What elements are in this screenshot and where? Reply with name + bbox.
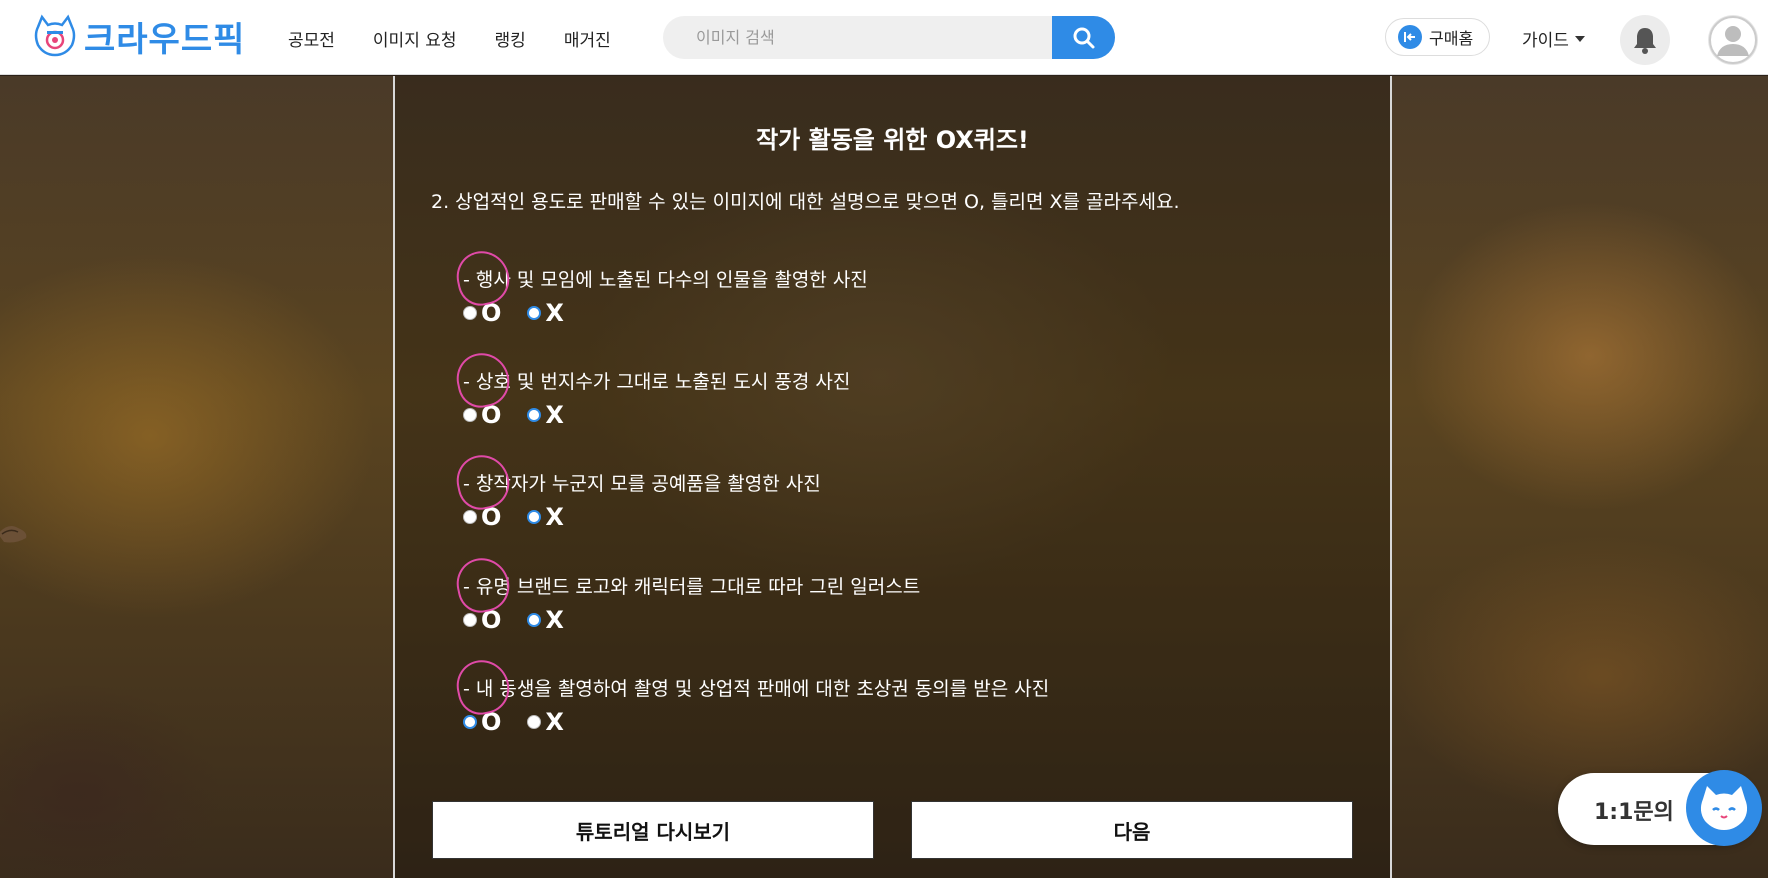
radio-x[interactable] — [527, 306, 542, 320]
quiz-item: - 창작자가 누군지 모를 공예품을 촬영한 사진 O X — [451, 450, 1313, 531]
avatar[interactable] — [1708, 15, 1758, 65]
option-x-label: X — [545, 299, 564, 327]
search-button[interactable] — [1052, 16, 1115, 59]
option-x[interactable]: X — [527, 401, 564, 429]
radio-x[interactable] — [527, 715, 542, 729]
inquiry-label: 1:1문의 — [1594, 800, 1674, 825]
quiz-panel: 작가 활동을 위한 OX퀴즈! 2. 상업적인 용도로 판매할 수 있는 이미지… — [393, 76, 1392, 878]
option-o[interactable]: O — [463, 503, 501, 531]
guide-dropdown[interactable]: 가이드 — [1522, 26, 1585, 51]
radio-o[interactable] — [463, 715, 477, 729]
header: 크라우드픽 공모전 이미지 요청 랭킹 매거진 구매홈 가이드 — [0, 0, 1768, 75]
quiz-item-text: - 창작자가 누군지 모를 공예품을 촬영한 사진 — [451, 450, 1313, 514]
search-input[interactable] — [663, 16, 1053, 59]
tutorial-replay-button[interactable]: 튜토리얼 다시보기 — [432, 801, 874, 859]
option-x[interactable]: X — [527, 299, 564, 327]
nav-magazine[interactable]: 매거진 — [564, 26, 611, 51]
radio-o[interactable] — [463, 408, 477, 422]
quiz-item-label: - 창작자가 누군지 모를 공예품을 촬영한 사진 — [463, 473, 821, 495]
option-o-label: O — [481, 606, 502, 634]
option-x-label: X — [545, 401, 564, 429]
option-o-label: O — [481, 299, 502, 327]
quiz-item-label: - 유명 브랜드 로고와 캐릭터를 그대로 따라 그린 일러스트 — [463, 576, 921, 598]
cat-logo-icon — [34, 14, 76, 57]
option-x-label: X — [545, 708, 564, 736]
next-button[interactable]: 다음 — [911, 801, 1353, 859]
arrow-left-icon — [1398, 25, 1422, 49]
notification-button[interactable] — [1620, 15, 1670, 65]
bell-icon — [1634, 28, 1656, 54]
quiz-item: - 행사 및 모임에 노출된 다수의 인물을 촬영한 사진 O X — [451, 246, 1313, 327]
user-icon — [1709, 16, 1757, 64]
option-o-label: O — [481, 503, 502, 531]
radio-x[interactable] — [527, 613, 542, 627]
search-bar — [663, 16, 1115, 59]
option-x[interactable]: X — [527, 708, 564, 736]
quiz-item-text: - 행사 및 모임에 노출된 다수의 인물을 촬영한 사진 — [451, 246, 1313, 310]
nav-ranking[interactable]: 랭킹 — [495, 26, 526, 51]
option-x-label: X — [545, 606, 564, 634]
option-o[interactable]: O — [463, 606, 501, 634]
cat-mascot-icon[interactable] — [1686, 770, 1762, 846]
quiz-item: - 내 동생을 촬영하여 촬영 및 상업적 판매에 대한 초상권 동의를 받은 … — [451, 655, 1313, 736]
option-group: O X — [463, 606, 1313, 634]
cat-face-icon — [1700, 786, 1748, 830]
radio-o[interactable] — [463, 613, 477, 627]
option-o[interactable]: O — [463, 299, 501, 327]
radio-x[interactable] — [527, 510, 542, 524]
option-group: O X — [463, 503, 1313, 531]
quiz-question: 2. 상업적인 용도로 판매할 수 있는 이미지에 대한 설명으로 맞으면 O,… — [431, 191, 1180, 213]
option-x-label: X — [545, 503, 564, 531]
quiz-item-label: - 행사 및 모임에 노출된 다수의 인물을 촬영한 사진 — [463, 269, 868, 291]
main-nav: 공모전 이미지 요청 랭킹 매거진 — [288, 26, 611, 51]
caret-down-icon — [1574, 35, 1585, 42]
option-o-label: O — [481, 708, 502, 736]
buy-home-button[interactable]: 구매홈 — [1385, 18, 1490, 56]
option-x[interactable]: X — [527, 606, 564, 634]
quiz-item-text: - 내 동생을 촬영하여 촬영 및 상업적 판매에 대한 초상권 동의를 받은 … — [451, 655, 1313, 719]
nav-image-request[interactable]: 이미지 요청 — [373, 26, 457, 51]
quiz-title: 작가 활동을 위한 OX퀴즈! — [756, 126, 1029, 154]
quiz-item-text: - 상호 및 번지수가 그대로 노출된 도시 풍경 사진 — [451, 348, 1313, 412]
site-logo[interactable]: 크라우드픽 — [32, 12, 245, 60]
logo-text: 크라우드픽 — [84, 19, 246, 60]
option-o-label: O — [481, 401, 502, 429]
option-group: O X — [463, 708, 1313, 736]
radio-x[interactable] — [527, 408, 542, 422]
guide-label: 가이드 — [1522, 31, 1569, 51]
radio-o[interactable] — [463, 306, 477, 320]
quiz-item: - 상호 및 번지수가 그대로 노출된 도시 풍경 사진 O X — [451, 348, 1313, 429]
option-x[interactable]: X — [527, 503, 564, 531]
quiz-item-label: - 상호 및 번지수가 그대로 노출된 도시 풍경 사진 — [463, 371, 851, 393]
option-o[interactable]: O — [463, 401, 501, 429]
radio-o[interactable] — [463, 510, 477, 524]
search-icon — [1073, 27, 1094, 48]
quiz-item: - 유명 브랜드 로고와 캐릭터를 그대로 따라 그린 일러스트 O X — [451, 553, 1313, 634]
option-group: O X — [463, 299, 1313, 327]
moth-image — [0, 526, 27, 543]
quiz-item-text: - 유명 브랜드 로고와 캐릭터를 그대로 따라 그린 일러스트 — [451, 553, 1313, 617]
quiz-item-label: - 내 동생을 촬영하여 촬영 및 상업적 판매에 대한 초상권 동의를 받은 … — [463, 678, 1050, 700]
option-group: O X — [463, 401, 1313, 429]
buy-home-label: 구매홈 — [1429, 29, 1474, 48]
option-o[interactable]: O — [463, 708, 501, 736]
nav-contest[interactable]: 공모전 — [288, 26, 335, 51]
